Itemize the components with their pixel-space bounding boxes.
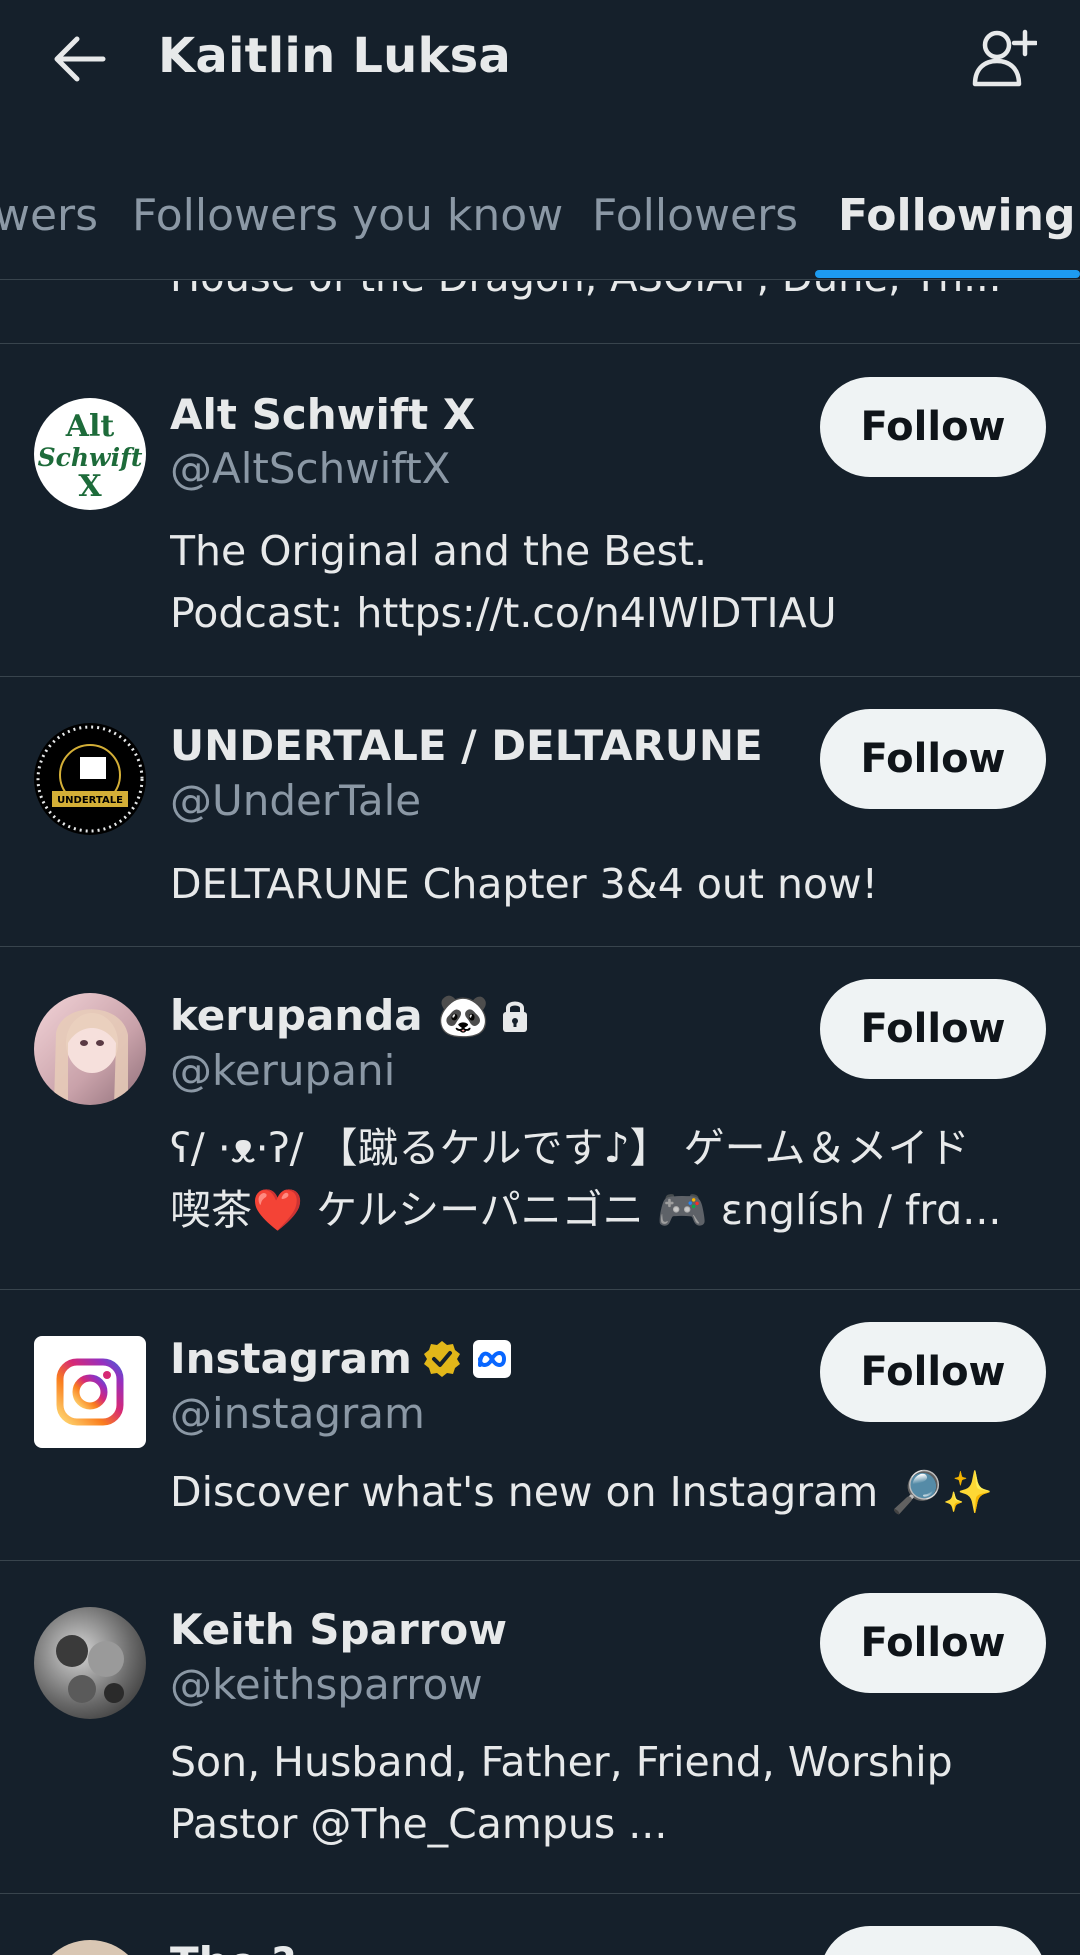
- tab-followers[interactable]: Followers: [592, 190, 798, 241]
- bio-line: 喫茶❤️ ケルシーパニゴニ 🎮 ɛnglísh / frɑ...: [170, 1186, 1002, 1234]
- avatar[interactable]: Alt Schwift X: [34, 398, 146, 510]
- add-user-button[interactable]: [964, 22, 1044, 94]
- avatar[interactable]: [34, 993, 146, 1105]
- svg-text:Schwift: Schwift: [38, 443, 143, 472]
- avatar[interactable]: [34, 1607, 146, 1719]
- user-cell-keithsparrow[interactable]: Keith Sparrow @keithsparrow Follow Son, …: [0, 1561, 1080, 1894]
- user-handle: @kerupani: [170, 1046, 396, 1095]
- user-bio: The Original and the Best. Podcast: http…: [170, 520, 1040, 644]
- top-bar: Kaitlin Luksa: [0, 0, 1080, 115]
- user-name: kerupanda 🐼: [170, 991, 490, 1040]
- user-handle: @keithsparrow: [170, 1660, 483, 1709]
- follow-button[interactable]: Follow: [820, 979, 1046, 1079]
- follow-button[interactable]: Follow: [820, 1593, 1046, 1693]
- profile-photo-icon: [56, 1635, 124, 1703]
- user-bio: Discover what's new on Instagram 🔎✨: [170, 1461, 1040, 1523]
- user-cell-instagram[interactable]: Instagram @instagram Follow Discover wha…: [0, 1290, 1080, 1560]
- user-cell-partial[interactable]: The ? Follow: [0, 1894, 1080, 1955]
- name-line: The ?: [170, 1938, 296, 1955]
- follow-button[interactable]: Follow: [820, 377, 1046, 477]
- tab-following[interactable]: Following: [838, 190, 1075, 241]
- follow-button[interactable]: Follow: [820, 1926, 1046, 1955]
- name-line: Alt Schwift X: [170, 390, 475, 439]
- follow-button[interactable]: Follow: [820, 709, 1046, 809]
- profile-photo-icon: [54, 1009, 128, 1105]
- svg-text:UNDERTALE: UNDERTALE: [57, 795, 123, 806]
- partial-bio-text: House of the Dragon, ASOIAF, Dune, Th...: [170, 281, 1001, 301]
- avatar[interactable]: [34, 1940, 146, 1955]
- tab-bar: wers Followers you know Followers Follow…: [0, 180, 1080, 280]
- user-name: Alt Schwift X: [170, 390, 476, 439]
- user-name: Keith Sparrow: [170, 1605, 508, 1654]
- user-bio: Son, Husband, Father, Friend, Worship Pa…: [170, 1731, 1040, 1855]
- user-bio: DELTARUNE Chapter 3&4 out now!: [170, 853, 1040, 915]
- arrow-left-icon: [54, 36, 106, 82]
- bio-line: Podcast: https://t.co/n4IWlDTIAU: [170, 589, 837, 637]
- bio-line: The Original and the Best.: [170, 527, 708, 575]
- following-screen: Kaitlin Luksa wers Followers you know Fo…: [0, 0, 1080, 1955]
- avatar[interactable]: [34, 1336, 146, 1448]
- user-bio: ʕ/ ·ᴥ·ʔ/ 【蹴るケルです♪】 ゲーム＆メイド 喫茶❤️ ケルシーパニゴニ…: [170, 1117, 1040, 1241]
- bio-line: Pastor @The_Campus ...: [170, 1800, 668, 1848]
- follow-button[interactable]: Follow: [820, 1322, 1046, 1422]
- page-title: Kaitlin Luksa: [158, 28, 512, 84]
- back-button[interactable]: [46, 26, 112, 92]
- user-name: The ?: [170, 1938, 296, 1955]
- user-cell-undertale[interactable]: UNDERTALE UNDERTALE / DELTARUNE @UnderTa…: [0, 677, 1080, 947]
- bio-line: Son, Husband, Father, Friend, Worship: [170, 1738, 953, 1786]
- bio-line: DELTARUNE Chapter 3&4 out now!: [170, 860, 879, 908]
- bio-line: Discover what's new on Instagram 🔎✨: [170, 1468, 994, 1516]
- svg-text:Alt: Alt: [65, 409, 115, 444]
- meta-logo-icon: [472, 1339, 512, 1379]
- user-name: Instagram: [170, 1334, 412, 1383]
- undertale-logo-icon: UNDERTALE: [36, 725, 144, 833]
- tab-followers-partial[interactable]: wers: [0, 190, 98, 241]
- lock-icon: [500, 998, 530, 1034]
- user-name: UNDERTALE / DELTARUNE: [170, 721, 763, 770]
- bio-line: ʕ/ ·ᴥ·ʔ/ 【蹴るケルです♪】 ゲーム＆メイド: [170, 1124, 970, 1172]
- active-tab-indicator: [815, 270, 1080, 278]
- tab-followers-you-know[interactable]: Followers you know: [132, 190, 563, 241]
- user-handle: @UnderTale: [170, 776, 422, 825]
- user-handle: @instagram: [170, 1389, 425, 1438]
- name-line: Instagram: [170, 1334, 512, 1383]
- alt-schwift-logo-icon: Alt Schwift X: [38, 409, 143, 504]
- verified-gold-icon: [422, 1339, 462, 1379]
- user-handle: @AltSchwiftX: [170, 444, 451, 493]
- avatar[interactable]: UNDERTALE: [34, 723, 146, 835]
- person-plus-icon: [972, 29, 1037, 87]
- svg-text:X: X: [78, 469, 102, 504]
- user-cell-kerupani[interactable]: kerupanda 🐼 @kerupani Follow ʕ/ ·ᴥ·ʔ/ 【蹴…: [0, 947, 1080, 1289]
- user-cell-altschwiftx[interactable]: Alt Schwift X Alt Schwift X @AltSchwiftX…: [0, 344, 1080, 677]
- name-line: Keith Sparrow: [170, 1605, 507, 1654]
- following-list: House of the Dragon, ASOIAF, Dune, Th...…: [0, 281, 1080, 1955]
- instagram-logo-icon: [56, 1358, 124, 1426]
- name-line: kerupanda 🐼: [170, 991, 530, 1041]
- name-line: UNDERTALE / DELTARUNE: [170, 721, 763, 770]
